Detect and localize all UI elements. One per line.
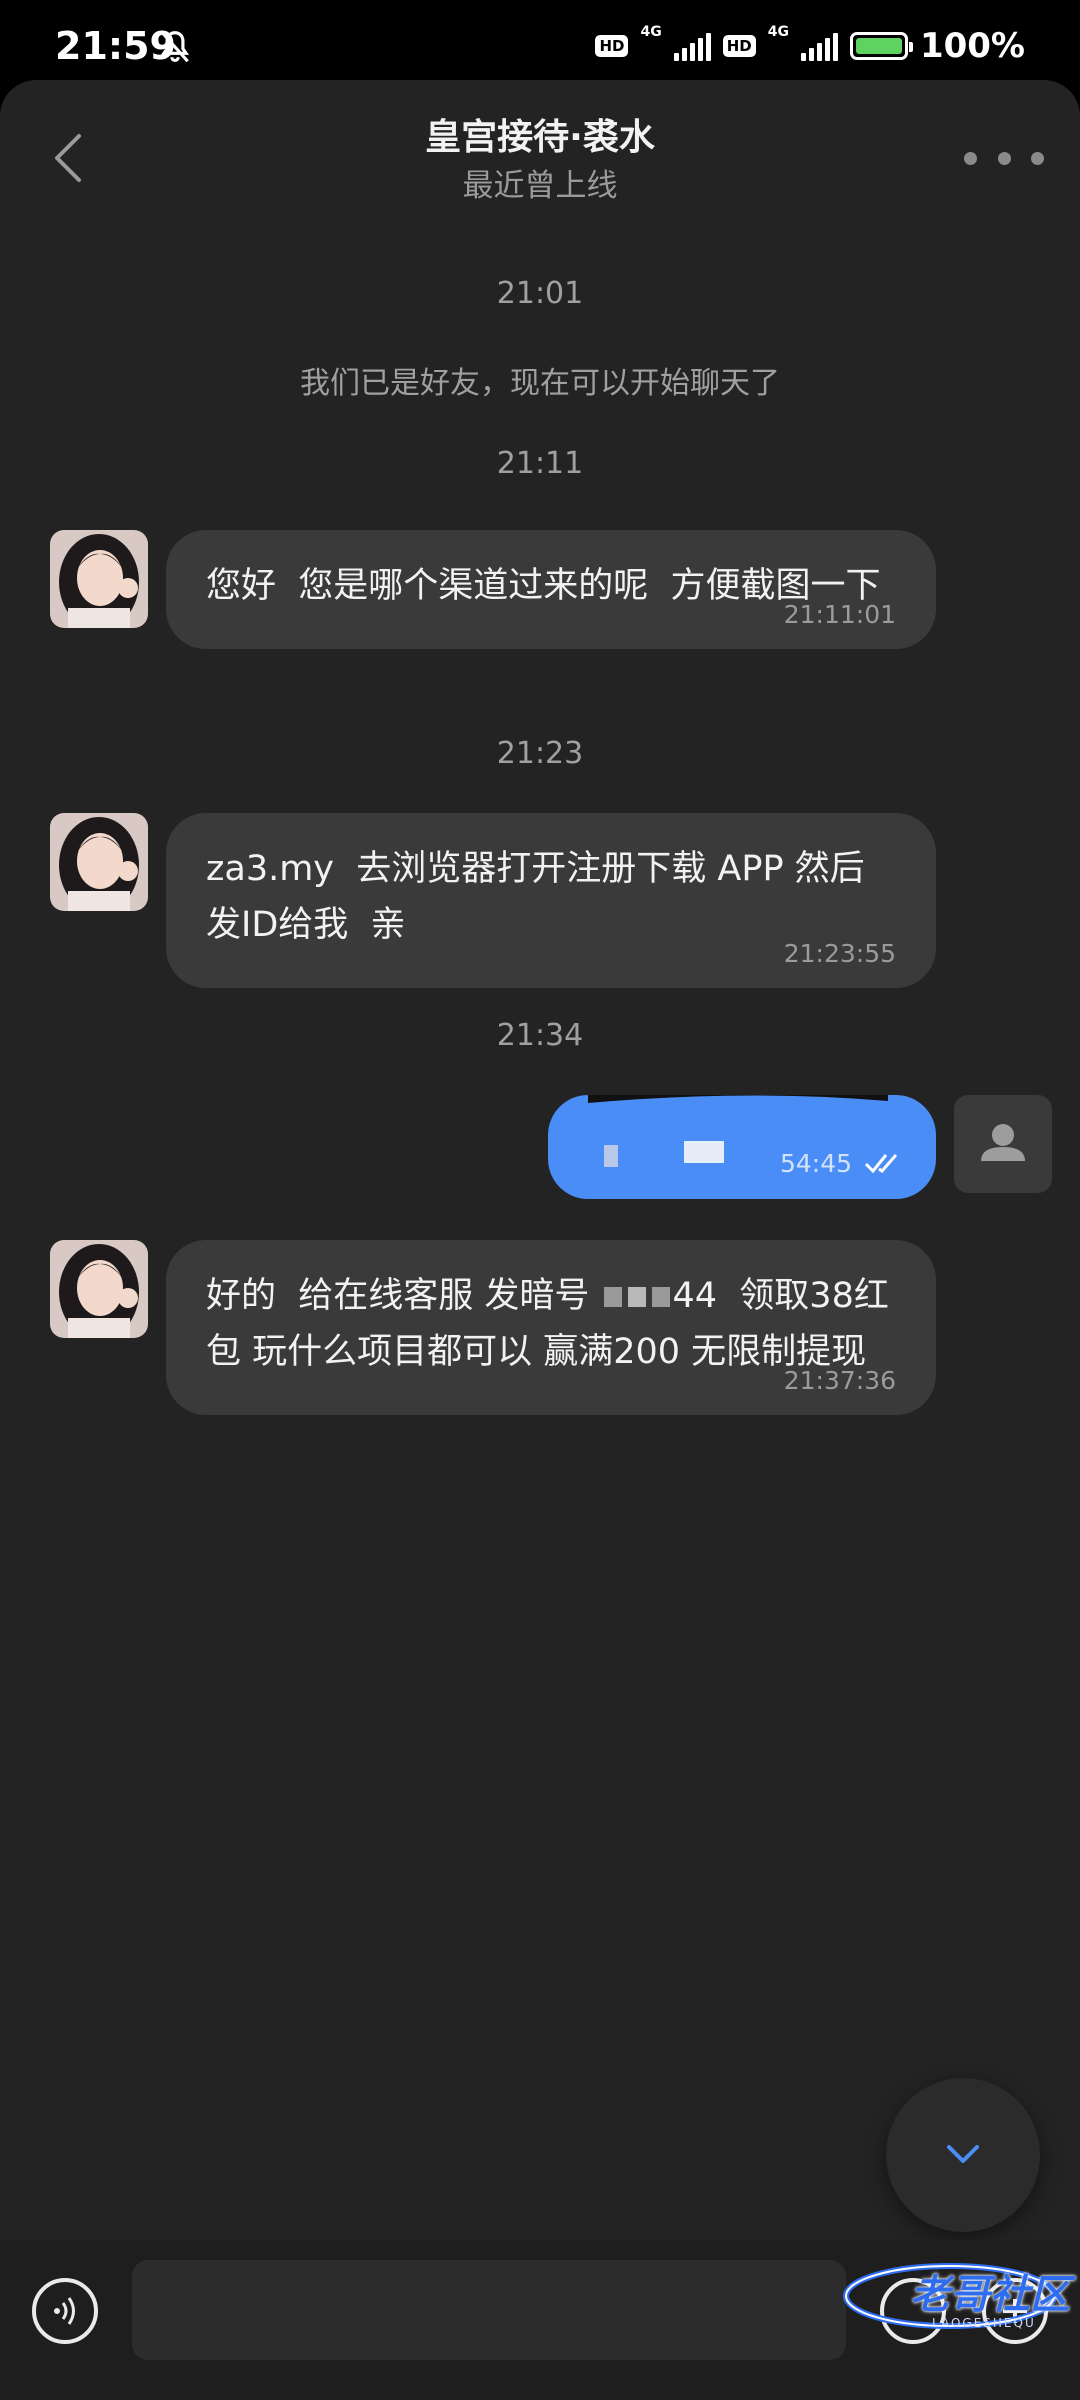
message-text: 好的 给在线客服 发暗号 44 领取38红包 玩什么项目都可以 赢满200 无限…: [206, 1268, 896, 1380]
read-check-icon: [864, 1154, 898, 1174]
network-type-2: 4G: [767, 24, 789, 40]
time-divider: 21:23: [496, 736, 584, 771]
self-avatar[interactable]: [954, 1095, 1052, 1193]
redaction-mark: [627, 1287, 646, 1307]
time-divider: 21:01: [496, 276, 584, 311]
scroll-to-bottom-button[interactable]: [886, 2078, 1040, 2232]
contact-avatar[interactable]: [50, 1240, 148, 1338]
dot-icon: [997, 151, 1011, 165]
screen: 21:59 HD 4G HD 4G 100% 皇宫接待·裘水 最近曾上线 21:…: [0, 0, 1080, 2400]
incoming-message[interactable]: 您好 您是哪个渠道过来的呢 方便截图一下 21:11:01: [166, 530, 936, 649]
signal-icon-1: [673, 31, 711, 61]
redaction-mark: [603, 1287, 622, 1307]
voice-icon: [54, 2297, 75, 2325]
more-options-button[interactable]: [964, 138, 1044, 178]
message-text-part: 好的 给在线客服 发暗号: [206, 1276, 601, 1316]
status-indicators: HD 4G HD 4G 100%: [595, 24, 1025, 66]
time-divider: 21:34: [496, 1018, 584, 1053]
incoming-message[interactable]: 好的 给在线客服 发暗号 44 领取38红包 玩什么项目都可以 赢满200 无限…: [166, 1240, 936, 1415]
message-time: 54:45: [780, 1149, 853, 1178]
dot-icon: [1031, 151, 1044, 165]
outgoing-message[interactable]: 54:45: [548, 1095, 936, 1199]
watermark: 老哥社区 LAOGESHEQU: [840, 2240, 1080, 2350]
status-bar: 21:59 HD 4G HD 4G 100%: [0, 0, 1080, 90]
redaction-marks: [588, 1095, 888, 1167]
incoming-message[interactable]: za3.my 去浏览器打开注册下载 APP 然后发ID给我 亲 21:23:55: [166, 813, 936, 988]
network-type-1: 4G: [640, 24, 662, 40]
contact-avatar[interactable]: [50, 813, 148, 911]
battery-icon: [849, 32, 913, 60]
redaction-mark: [651, 1287, 670, 1307]
bell-muted-icon: [160, 31, 190, 63]
message-text: za3.my 去浏览器打开注册下载 APP 然后发ID给我 亲: [206, 849, 865, 945]
time-divider: 21:11: [496, 446, 584, 481]
person-icon: [981, 1124, 1025, 1161]
message-input[interactable]: [132, 2260, 846, 2360]
dot-icon: [964, 151, 977, 165]
chat-panel: 皇宫接待·裘水 最近曾上线 21:01 我们已是好友，现在可以开始聊天了 21:…: [0, 80, 1080, 2400]
battery-percent: 100%: [919, 26, 1025, 66]
voice-input-button[interactable]: [32, 2278, 98, 2344]
signal-icon-2: [800, 31, 838, 61]
contact-name: 皇宫接待·裘水: [425, 117, 655, 158]
contact-status: 最近曾上线: [462, 168, 618, 204]
hd-badge-1: HD: [595, 35, 629, 57]
battery-fill: [855, 38, 902, 54]
hd-badge-2: HD: [722, 35, 756, 57]
system-note: 我们已是好友，现在可以开始聊天了: [300, 366, 780, 401]
contact-avatar[interactable]: [50, 530, 148, 628]
watermark-subtext: LAOGESHEQU: [932, 2316, 1036, 2330]
watermark-text: 老哥社区: [910, 2272, 1070, 2318]
chat-header: 皇宫接待·裘水 最近曾上线: [0, 80, 1080, 230]
chevron-down-icon: [947, 2145, 979, 2163]
